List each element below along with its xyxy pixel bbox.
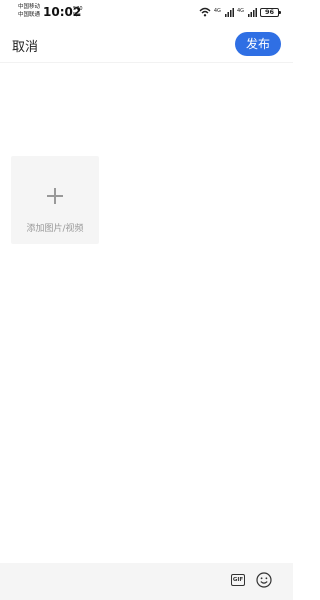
- battery-icon: 96: [260, 7, 281, 17]
- gif-button[interactable]: GIF: [231, 574, 245, 586]
- system-icons: 4G 4G 96: [199, 6, 281, 18]
- add-media-label: 添加图片/视频: [26, 224, 84, 234]
- signal-bars-icon: [248, 7, 257, 17]
- emoji-icon[interactable]: [256, 572, 272, 588]
- carrier-1: 中国移动: [18, 4, 41, 10]
- carrier-2: 中国联通: [18, 12, 41, 18]
- add-media-button[interactable]: 添加图片/视频: [11, 156, 99, 244]
- signal-sim2: 4G: [236, 7, 257, 17]
- wifi-icon: [199, 7, 211, 17]
- post-text-input[interactable]: [12, 70, 285, 154]
- signal-bars-icon: [224, 7, 234, 17]
- top-bar: 取消 发布: [0, 28, 293, 63]
- network-speed: 570 B/s: [73, 6, 83, 18]
- network-speed-unit: B/s: [73, 12, 81, 18]
- publish-button[interactable]: 发布: [235, 32, 281, 56]
- sim2-network-label: 4G: [236, 7, 244, 14]
- plus-icon: [47, 188, 63, 204]
- cancel-button[interactable]: 取消: [12, 36, 38, 55]
- bottom-toolbar: GIF: [0, 563, 293, 600]
- carrier-info: 中国移动 中国联通: [18, 3, 40, 19]
- status-bar: 中国移动 中国联通 10:02 570 B/s 4G 4G 96: [0, 0, 293, 28]
- signal-sim1: 4G: [213, 7, 234, 17]
- sim1-network-label: 4G: [213, 7, 221, 14]
